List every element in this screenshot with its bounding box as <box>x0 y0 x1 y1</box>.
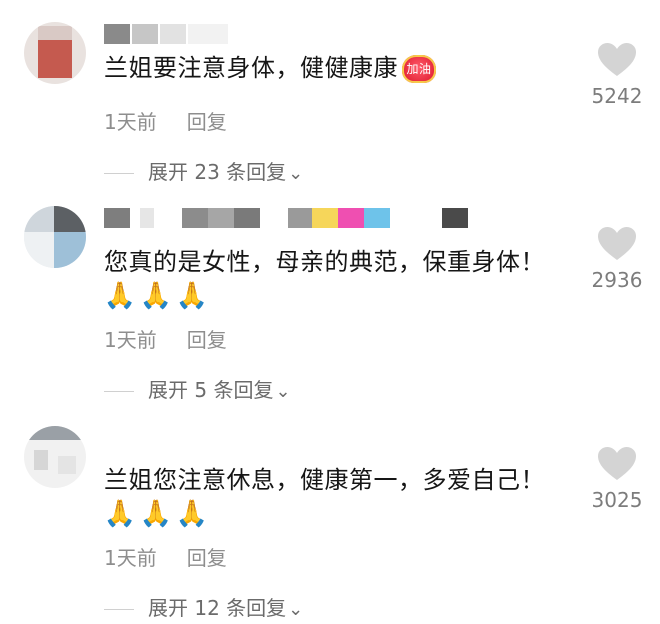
expand-replies-button[interactable]: 展开 5 条回复 ⌄ <box>104 374 291 403</box>
avatar-mosaic <box>38 38 72 78</box>
avatar[interactable] <box>24 206 86 268</box>
pray-emoji-icon: 🙏 <box>103 281 137 311</box>
divider <box>104 609 134 610</box>
comment-meta: 1天前 回复 <box>104 324 227 353</box>
expand-replies-label: 展开 23 条回复 <box>148 160 287 184</box>
avatar-mosaic <box>38 26 72 40</box>
avatar-mosaic <box>54 232 86 268</box>
like-count: 5242 <box>591 84 643 108</box>
like-button[interactable]: 3025 <box>584 446 650 512</box>
avatar-mosaic <box>54 206 86 232</box>
timestamp: 1天前 <box>104 328 157 352</box>
avatar-mosaic <box>34 450 48 470</box>
jiayou-badge-icon: 加油 <box>402 55 436 83</box>
chevron-down-icon: ⌄ <box>288 599 304 620</box>
chevron-down-icon: ⌄ <box>288 163 304 184</box>
like-button[interactable]: 2936 <box>584 226 650 292</box>
heart-icon <box>598 227 636 260</box>
emoji-row: 🙏 🙏 🙏 <box>102 280 210 312</box>
chevron-down-icon: ⌄ <box>275 381 291 402</box>
divider <box>104 391 134 392</box>
pray-emoji-icon: 🙏 <box>103 499 137 529</box>
pray-emoji-icon: 🙏 <box>139 499 173 529</box>
expand-replies-button[interactable]: 展开 23 条回复 ⌄ <box>104 156 303 185</box>
pray-emoji-icon: 🙏 <box>139 281 173 311</box>
avatar-mosaic <box>58 456 76 474</box>
timestamp: 1天前 <box>104 546 157 570</box>
heart-icon <box>598 43 636 76</box>
avatar-mosaic <box>24 426 86 440</box>
emoji-row: 🙏 🙏 🙏 <box>102 498 210 530</box>
avatar-mosaic <box>24 232 54 268</box>
reply-button[interactable]: 回复 <box>187 546 227 570</box>
like-count: 2936 <box>591 268 643 292</box>
expand-replies-label: 展开 12 条回复 <box>148 596 287 620</box>
expand-replies-label: 展开 5 条回复 <box>148 378 274 402</box>
avatar-mosaic <box>24 206 54 232</box>
pray-emoji-icon: 🙏 <box>175 281 209 311</box>
like-count: 3025 <box>591 488 643 512</box>
heart-icon <box>598 447 636 480</box>
comment-meta: 1天前 回复 <box>104 106 227 135</box>
avatar[interactable] <box>24 426 86 488</box>
timestamp: 1天前 <box>104 110 157 134</box>
like-button[interactable]: 5242 <box>584 42 650 108</box>
reply-button[interactable]: 回复 <box>187 328 227 352</box>
expand-replies-button[interactable]: 展开 12 条回复 ⌄ <box>104 592 303 621</box>
comment-text: 您真的是女性，母亲的典范，保重身体！ <box>104 248 545 276</box>
reply-button[interactable]: 回复 <box>187 110 227 134</box>
pray-emoji-icon: 🙏 <box>175 499 209 529</box>
comment-text: 兰姐您注意休息，健康第一，多爱自己！ <box>104 466 545 494</box>
divider <box>104 173 134 174</box>
avatar[interactable] <box>24 22 86 84</box>
comment-meta: 1天前 回复 <box>104 542 227 571</box>
comment-text: 兰姐要注意身体，健健康康 加油 <box>104 52 436 84</box>
